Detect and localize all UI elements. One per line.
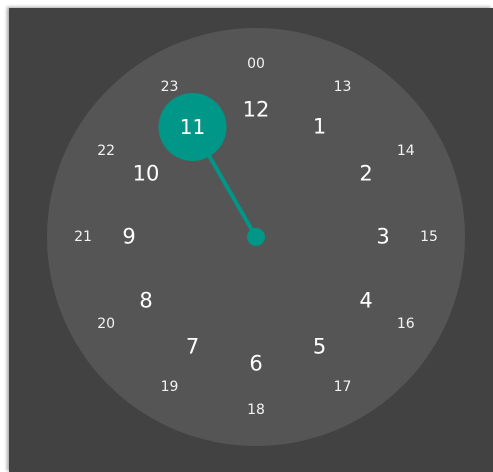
hour-00[interactable]: 00: [247, 57, 265, 71]
hour-17[interactable]: 17: [334, 380, 352, 394]
hour-13[interactable]: 13: [334, 80, 352, 94]
hour-1[interactable]: 1: [313, 116, 326, 138]
hour-5[interactable]: 5: [313, 336, 326, 358]
hour-11[interactable]: 11: [180, 117, 205, 137]
hour-12[interactable]: 12: [243, 99, 270, 121]
hour-9[interactable]: 9: [122, 226, 135, 248]
hour-21[interactable]: 21: [74, 230, 92, 244]
hour-7[interactable]: 7: [186, 336, 199, 358]
hour-23[interactable]: 23: [161, 80, 179, 94]
hour-16[interactable]: 16: [397, 317, 415, 331]
hour-14[interactable]: 14: [397, 144, 415, 158]
hour-6[interactable]: 6: [249, 353, 262, 375]
hour-20[interactable]: 20: [97, 317, 115, 331]
hour-18[interactable]: 18: [247, 403, 265, 417]
hour-8[interactable]: 8: [139, 290, 152, 311]
hour-22[interactable]: 22: [97, 144, 115, 158]
hour-10[interactable]: 10: [133, 163, 160, 184]
hour-15[interactable]: 15: [420, 230, 438, 244]
hour-4[interactable]: 4: [359, 290, 372, 311]
hour-19[interactable]: 19: [161, 380, 179, 394]
hour-3[interactable]: 3: [376, 226, 389, 248]
hour-2[interactable]: 2: [359, 163, 372, 184]
clock-dial[interactable]: [47, 28, 465, 446]
